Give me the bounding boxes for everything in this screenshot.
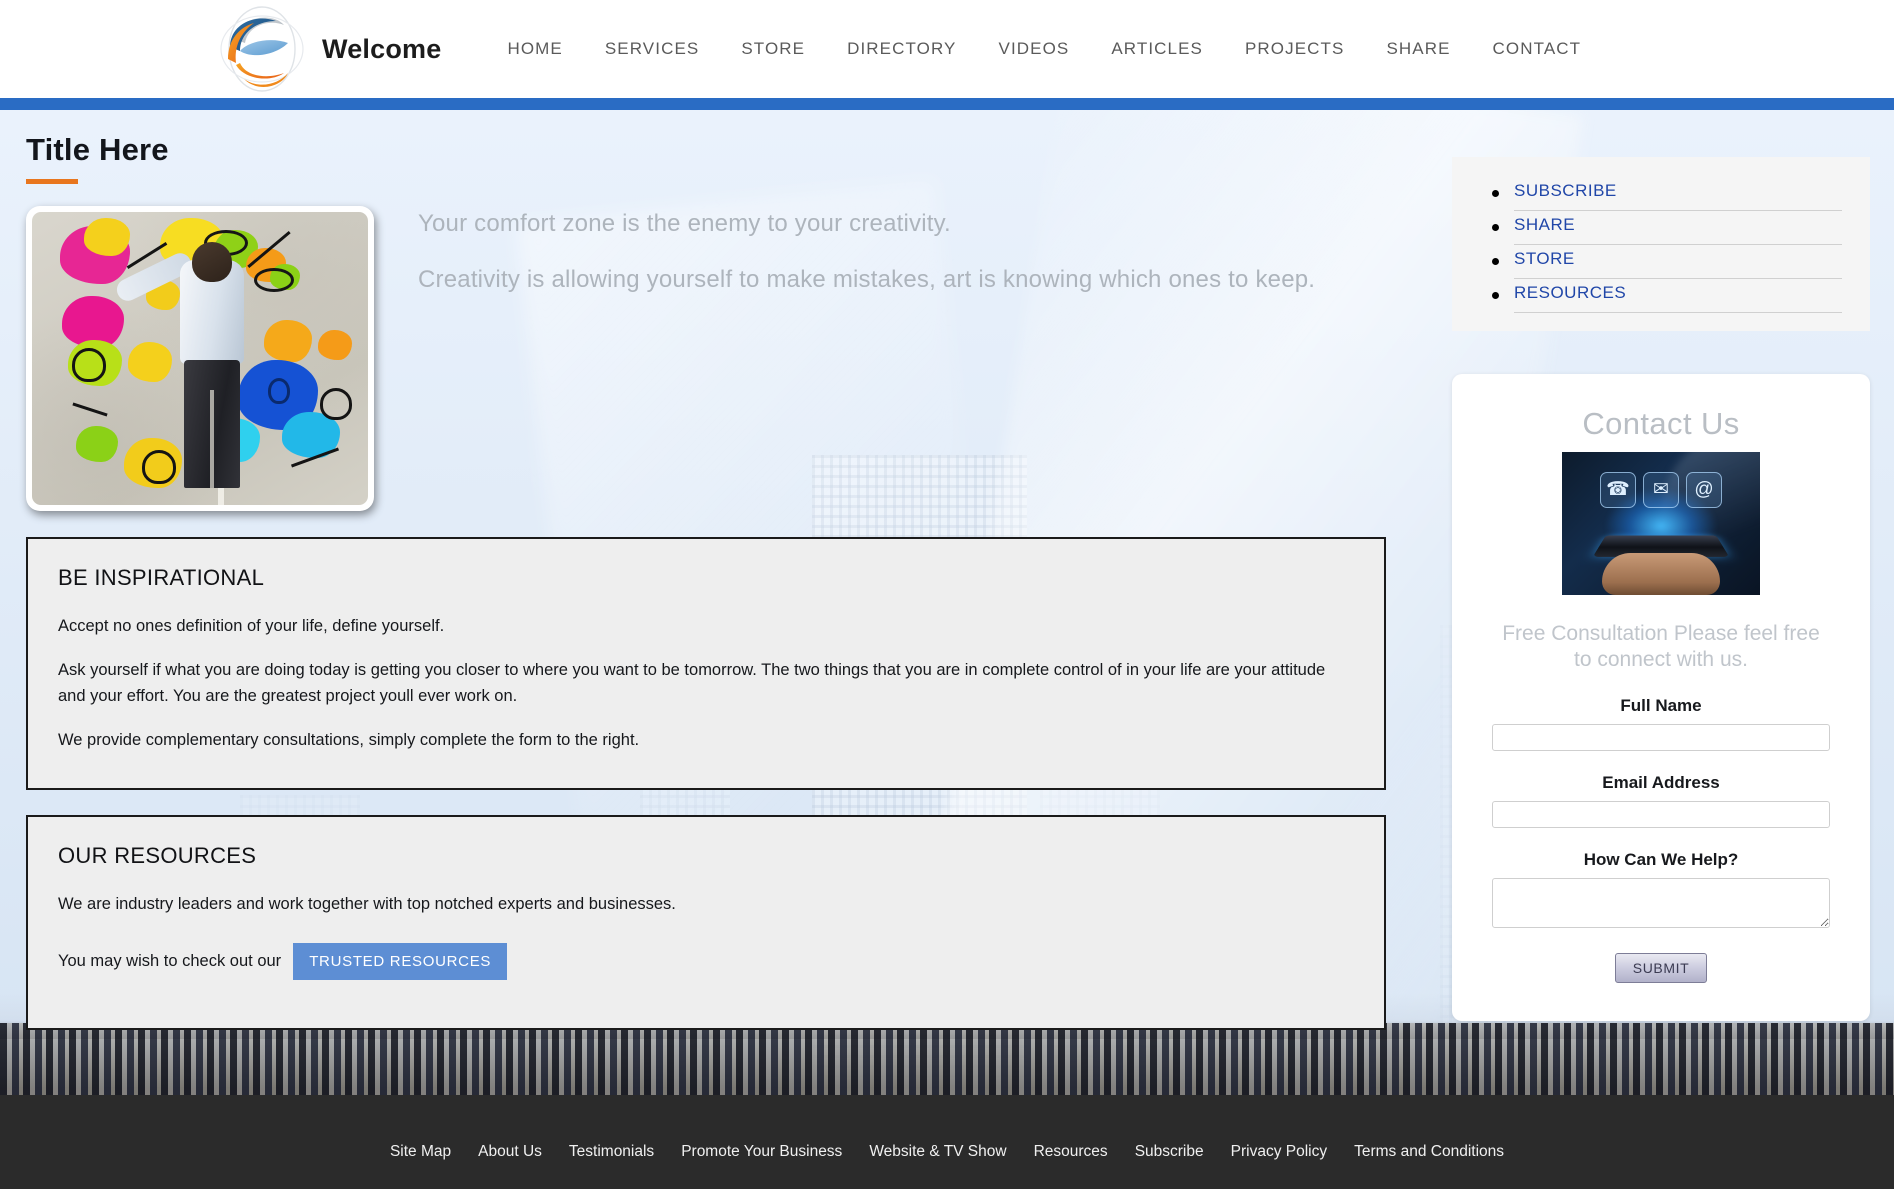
full-name-input[interactable] (1492, 723, 1830, 751)
phone-icon: ☎ (1600, 472, 1636, 508)
list-item: RESOURCES (1480, 279, 1842, 313)
nav-item-contact[interactable]: CONTACT (1472, 39, 1603, 59)
be-inspirational-panel: BE INSPIRATIONAL Accept no ones definiti… (26, 537, 1386, 790)
site-header: Welcome HOME SERVICES STORE DIRECTORY VI… (0, 0, 1894, 98)
trusted-resources-button[interactable]: TRUSTED RESOURCES (293, 943, 508, 981)
how-can-we-help-label: How Can We Help? (1583, 849, 1739, 869)
at-sign-icon: @ (1686, 472, 1722, 508)
footer-link-terms-conditions[interactable]: Terms and Conditions (1354, 1143, 1504, 1161)
hero-quote-1: Your comfort zone is the enemy to your c… (418, 210, 951, 237)
hero-quote-2: Creativity is allowing yourself to make … (418, 265, 1316, 293)
sidebar-item-store[interactable]: STORE (1514, 245, 1842, 279)
footer-link-promote-business[interactable]: Promote Your Business (681, 1143, 842, 1161)
hand-icon (1602, 553, 1720, 595)
resources-heading: OUR RESOURCES (58, 843, 257, 868)
nav-item-store[interactable]: STORE (720, 39, 826, 59)
footer-links: Site Map About Us Testimonials Promote Y… (390, 1143, 1504, 1161)
sidebar-item-share[interactable]: SHARE (1514, 211, 1842, 245)
contact-us-title: Contact Us (1582, 406, 1740, 441)
brand[interactable]: Welcome (214, 3, 441, 95)
footer-link-website-tv-show[interactable]: Website & TV Show (869, 1143, 1006, 1161)
email-address-input[interactable] (1492, 800, 1830, 828)
main-content: Title Here Your comfort zone is the enem… (0, 132, 1894, 1117)
email-address-label: Email Address (1602, 772, 1720, 792)
our-resources-panel: OUR RESOURCES We are industry leaders an… (26, 815, 1386, 1030)
nav-item-directory[interactable]: DIRECTORY (826, 39, 977, 59)
how-can-we-help-textarea[interactable] (1492, 877, 1830, 928)
globe-swirl-logo-icon (214, 3, 310, 95)
creativity-artwork-image (26, 206, 374, 511)
nav-item-videos[interactable]: VIDEOS (978, 39, 1091, 59)
inspire-heading: BE INSPIRATIONAL (58, 565, 265, 590)
right-column: SUBSCRIBE SHARE STORE RESOURCES Contact … (1452, 132, 1870, 1021)
main-navigation: HOME SERVICES STORE DIRECTORY VIDEOS ART… (486, 39, 1602, 59)
footer-link-privacy-policy[interactable]: Privacy Policy (1231, 1143, 1327, 1161)
site-footer: Site Map About Us Testimonials Promote Y… (0, 1095, 1894, 1189)
inspire-paragraph-2: Ask yourself if what you are doing today… (58, 661, 1326, 706)
list-item: STORE (1480, 245, 1842, 279)
list-item: SHARE (1480, 211, 1842, 245)
footer-link-testimonials[interactable]: Testimonials (569, 1143, 654, 1161)
footer-link-about-us[interactable]: About Us (478, 1143, 542, 1161)
nav-item-articles[interactable]: ARTICLES (1090, 39, 1224, 59)
inspire-paragraph-3: We provide complementary consultations, … (58, 731, 640, 750)
sidebar-menu-card: SUBSCRIBE SHARE STORE RESOURCES (1452, 157, 1870, 331)
footer-link-subscribe[interactable]: Subscribe (1135, 1143, 1204, 1161)
contact-subtitle: Free Consultation Please feel free to co… (1502, 622, 1820, 672)
envelope-icon: ✉ (1643, 472, 1679, 508)
list-item: SUBSCRIBE (1480, 177, 1842, 211)
hero-quotes: Your comfort zone is the enemy to your c… (418, 206, 1315, 511)
footer-link-site-map[interactable]: Site Map (390, 1143, 451, 1161)
resources-cta-prefix: You may wish to check out our (58, 952, 282, 971)
footer-link-resources[interactable]: Resources (1034, 1143, 1108, 1161)
sidebar-list: SUBSCRIBE SHARE STORE RESOURCES (1480, 177, 1842, 313)
sidebar-item-resources[interactable]: RESOURCES (1514, 279, 1842, 313)
nav-item-home[interactable]: HOME (486, 39, 583, 59)
header-accent-bar (0, 98, 1894, 110)
sidebar-item-subscribe[interactable]: SUBSCRIBE (1514, 177, 1842, 211)
full-name-label: Full Name (1620, 695, 1702, 715)
resources-paragraph-1: We are industry leaders and work togethe… (58, 895, 676, 913)
brand-name: Welcome (322, 33, 442, 64)
contact-us-card: Contact Us ☎ ✉ @ Free Consultation Pleas… (1452, 374, 1870, 1021)
nav-item-projects[interactable]: PROJECTS (1224, 39, 1365, 59)
title-underline (26, 179, 78, 184)
resources-cta-line: You may wish to check out our TRUSTED RE… (58, 943, 1354, 981)
nav-item-services[interactable]: SERVICES (584, 39, 720, 59)
submit-button[interactable]: SUBMIT (1614, 952, 1708, 983)
nav-item-share[interactable]: SHARE (1365, 39, 1471, 59)
inspire-paragraph-1: Accept no ones definition of your life, … (58, 617, 445, 635)
contact-hero-image: ☎ ✉ @ (1562, 452, 1760, 595)
page-root: Welcome HOME SERVICES STORE DIRECTORY VI… (0, 0, 1894, 1189)
